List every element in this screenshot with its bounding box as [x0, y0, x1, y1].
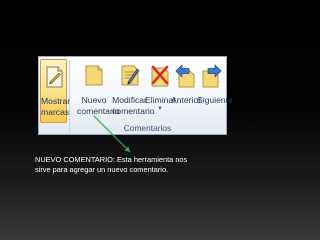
next-comment-label: Siguiente	[197, 95, 233, 105]
show-markup-icon	[43, 64, 65, 90]
ribbon-comments-group: Mostrar marcas Nuevo comentario Modifica…	[39, 57, 233, 134]
edit-comment-label-line1: Modificar	[112, 95, 147, 105]
caption-line-2: sirve para agregar un nuevo comentario.	[35, 165, 169, 175]
next-comment-button[interactable]: Siguiente	[197, 59, 233, 121]
new-comment-button[interactable]: Nuevo comentario	[77, 59, 120, 121]
description-caption: NUEVO COMENTARIO: Esta herramienta nos s…	[35, 155, 245, 176]
new-comment-icon	[83, 63, 105, 89]
new-comment-label-line1: Nuevo	[81, 95, 107, 105]
edit-comment-label-line2: comentario	[112, 106, 155, 116]
delete-comment-icon	[149, 63, 171, 89]
group-label: Comentarios	[123, 123, 172, 133]
previous-comment-label: Anterior	[171, 95, 202, 105]
previous-comment-icon	[174, 63, 196, 89]
edit-comment-button[interactable]: Modificar comentario	[112, 59, 155, 121]
caption-line-1: NUEVO COMENTARIO: Esta herramienta nos	[35, 155, 188, 164]
next-comment-icon	[201, 63, 223, 89]
new-comment-label-line2: comentario	[77, 106, 120, 116]
show-markup-button[interactable]: Mostrar marcas	[40, 59, 71, 123]
previous-comment-button[interactable]: Anterior	[171, 59, 202, 121]
edit-comment-icon	[119, 63, 141, 89]
show-markup-label-line1: Mostrar	[41, 96, 71, 106]
show-markup-label-line2: marcas	[41, 107, 70, 117]
